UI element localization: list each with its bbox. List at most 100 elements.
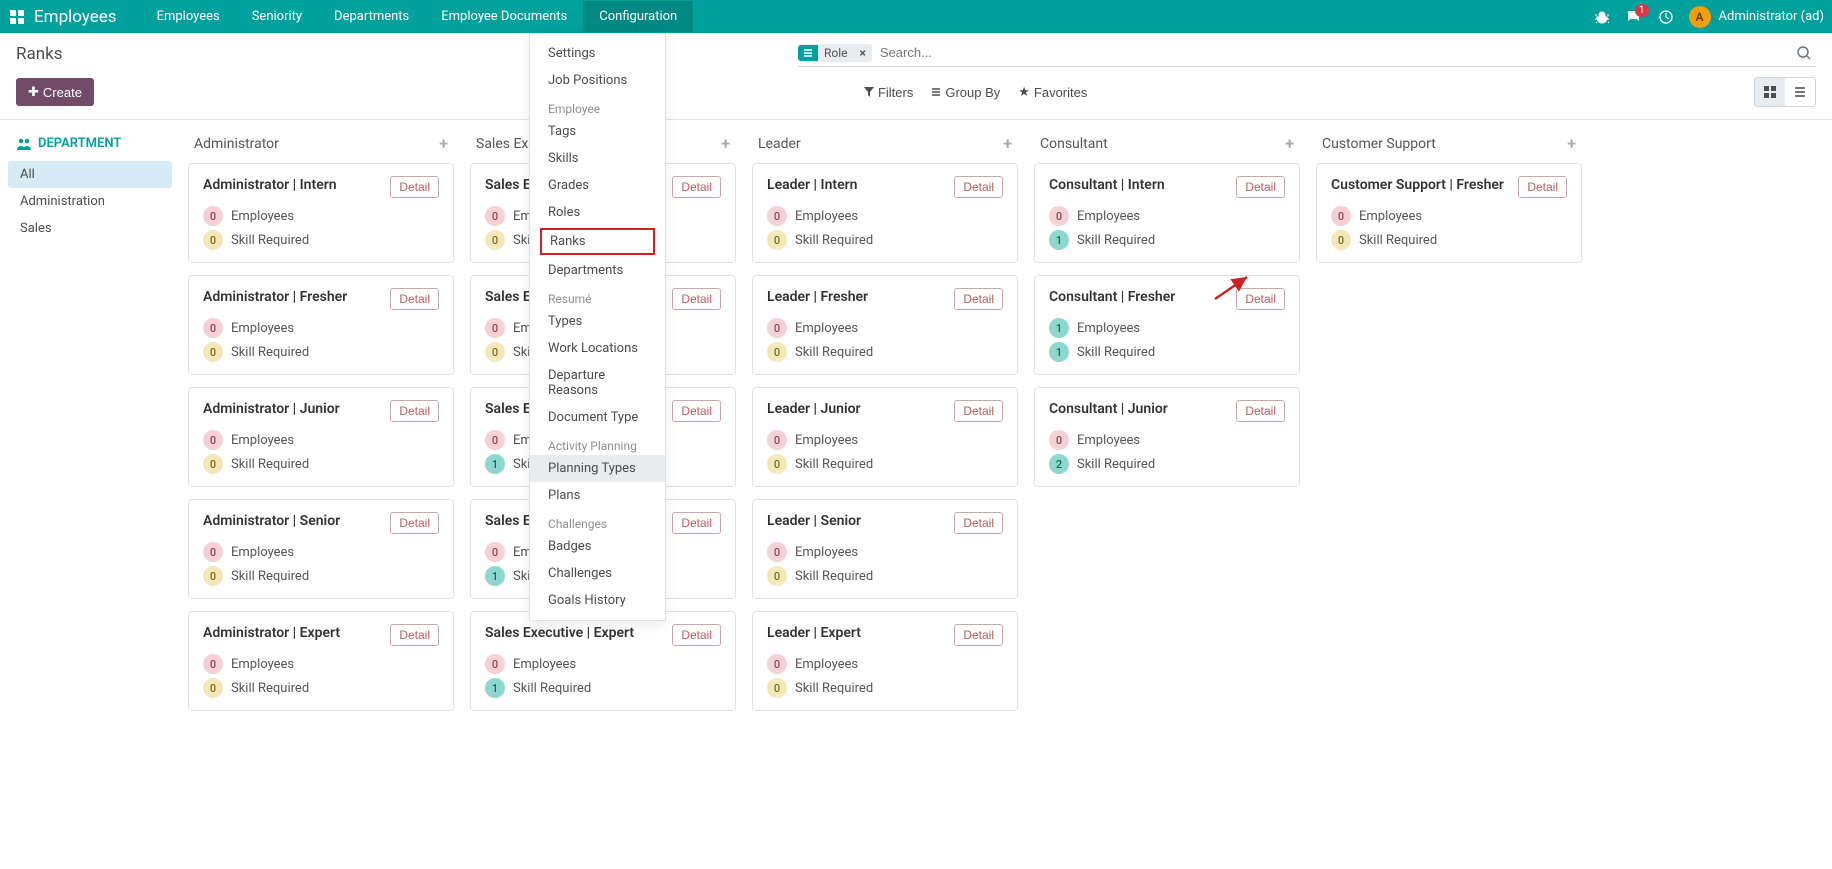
search-tag-close-icon[interactable]: × (854, 46, 872, 60)
detail-button[interactable]: Detail (954, 400, 1003, 422)
rank-card[interactable]: Consultant | FresherDetail1Employees1Ski… (1034, 275, 1300, 375)
rank-card[interactable]: Administrator | InternDetail0Employees0S… (188, 163, 454, 263)
detail-button[interactable]: Detail (954, 512, 1003, 534)
detail-button[interactable]: Detail (954, 624, 1003, 646)
skill-badge: 0 (767, 230, 787, 250)
dropdown-item-tags[interactable]: Tags (530, 118, 665, 145)
rank-card[interactable]: Administrator | JuniorDetail0Employees0S… (188, 387, 454, 487)
dropdown-item-skills[interactable]: Skills (530, 145, 665, 172)
detail-button[interactable]: Detail (672, 176, 721, 198)
dropdown-item-job-positions[interactable]: Job Positions (530, 67, 665, 94)
detail-button[interactable]: Detail (390, 288, 439, 310)
rank-card[interactable]: Administrator | SeniorDetail0Employees0S… (188, 499, 454, 599)
dropdown-item-roles[interactable]: Roles (530, 199, 665, 226)
dropdown-item-grades[interactable]: Grades (530, 172, 665, 199)
create-button[interactable]: ✚ Create (16, 78, 94, 106)
dropdown-item-departments[interactable]: Departments (530, 257, 665, 284)
detail-button[interactable]: Detail (390, 400, 439, 422)
column-title[interactable]: Consultant (1040, 136, 1108, 152)
search-input[interactable] (878, 41, 1792, 64)
rank-card[interactable]: Consultant | InternDetail0Employees1Skil… (1034, 163, 1300, 263)
nav-item-configuration[interactable]: Configuration (583, 1, 693, 32)
column-header: Customer Support + (1316, 128, 1582, 163)
skill-stat: 0Skill Required (767, 342, 1003, 362)
skill-badge: 0 (767, 566, 787, 586)
dropdown-item-challenges[interactable]: Challenges (530, 560, 665, 587)
sidebar-item-sales[interactable]: Sales (8, 215, 172, 242)
detail-button[interactable]: Detail (390, 624, 439, 646)
detail-button[interactable]: Detail (1236, 176, 1285, 198)
dropdown-item-plans[interactable]: Plans (530, 482, 665, 509)
skill-label: Skill Required (231, 233, 309, 248)
rank-card[interactable]: Sales Executive | ExpertDetail0Employees… (470, 611, 736, 711)
card-title: Customer Support | Fresher (1331, 176, 1504, 195)
column-title[interactable]: Leader (758, 136, 801, 152)
dropdown-section-challenges: Challenges (530, 509, 665, 533)
employees-badge: 0 (203, 430, 223, 450)
detail-button[interactable]: Detail (672, 624, 721, 646)
skill-stat: 0Skill Required (767, 454, 1003, 474)
dropdown-item-planning-types[interactable]: Planning Types (530, 455, 665, 482)
kanban-view-button[interactable] (1755, 78, 1785, 106)
clock-icon[interactable] (1657, 8, 1675, 26)
group-by-button[interactable]: Group By (931, 84, 1000, 100)
detail-button[interactable]: Detail (1236, 288, 1285, 310)
user-menu[interactable]: A Administrator (ad) (1689, 6, 1824, 28)
sidebar-item-administration[interactable]: Administration (8, 188, 172, 215)
employees-label: Employees (795, 433, 858, 448)
employees-stat: 0Employees (767, 318, 1003, 338)
rank-card[interactable]: Leader | JuniorDetail0Employees0Skill Re… (752, 387, 1018, 487)
detail-button[interactable]: Detail (390, 512, 439, 534)
column-title[interactable]: Administrator (194, 136, 279, 152)
employees-stat: 0Employees (767, 542, 1003, 562)
skill-stat: 2Skill Required (1049, 454, 1285, 474)
bug-icon[interactable] (1593, 8, 1611, 26)
nav-item-seniority[interactable]: Seniority (236, 1, 318, 32)
detail-button[interactable]: Detail (672, 512, 721, 534)
detail-button[interactable]: Detail (672, 288, 721, 310)
dropdown-item-types[interactable]: Types (530, 308, 665, 335)
column-add-icon[interactable]: + (721, 134, 730, 153)
kanban-column: Consultant + Consultant | InternDetail0Emp… (1026, 128, 1308, 723)
app-brand[interactable]: Employees (34, 7, 117, 27)
rank-card[interactable]: Leader | InternDetail0Employees0Skill Re… (752, 163, 1018, 263)
dropdown-item-settings[interactable]: Settings (530, 40, 665, 67)
favorites-button[interactable]: ★ Favorites (1018, 84, 1087, 100)
dropdown-item-ranks[interactable]: Ranks (540, 228, 655, 255)
column-add-icon[interactable]: + (439, 134, 448, 153)
list-view-button[interactable] (1785, 78, 1815, 106)
nav-item-employee-documents[interactable]: Employee Documents (425, 1, 583, 32)
messages-icon[interactable]: 1 (1625, 8, 1643, 26)
column-title[interactable]: Customer Support (1322, 136, 1436, 152)
search-area[interactable]: Role × (798, 41, 1816, 67)
dropdown-item-work-locations[interactable]: Work Locations (530, 335, 665, 362)
detail-button[interactable]: Detail (954, 176, 1003, 198)
detail-button[interactable]: Detail (954, 288, 1003, 310)
rank-card[interactable]: Administrator | FresherDetail0Employees0… (188, 275, 454, 375)
nav-item-departments[interactable]: Departments (318, 1, 425, 32)
column-add-icon[interactable]: + (1285, 134, 1294, 153)
dropdown-item-goals-history[interactable]: Goals History (530, 587, 665, 614)
rank-card[interactable]: Customer Support | FresherDetail0Employe… (1316, 163, 1582, 263)
filters-button[interactable]: Filters (864, 84, 913, 100)
detail-button[interactable]: Detail (1518, 176, 1567, 198)
employees-stat: 0Employees (203, 654, 439, 674)
detail-button[interactable]: Detail (1236, 400, 1285, 422)
rank-card[interactable]: Consultant | JuniorDetail0Employees2Skil… (1034, 387, 1300, 487)
apps-icon[interactable] (8, 8, 26, 26)
dropdown-item-document-type[interactable]: Document Type (530, 404, 665, 431)
detail-button[interactable]: Detail (390, 176, 439, 198)
rank-card[interactable]: Leader | ExpertDetail0Employees0Skill Re… (752, 611, 1018, 711)
column-add-icon[interactable]: + (1003, 134, 1012, 153)
rank-card[interactable]: Leader | FresherDetail0Employees0Skill R… (752, 275, 1018, 375)
skill-badge: 0 (203, 342, 223, 362)
sidebar-item-all[interactable]: All (8, 161, 172, 188)
detail-button[interactable]: Detail (672, 400, 721, 422)
nav-item-employees[interactable]: Employees (141, 1, 236, 32)
dropdown-item-badges[interactable]: Badges (530, 533, 665, 560)
rank-card[interactable]: Leader | SeniorDetail0Employees0Skill Re… (752, 499, 1018, 599)
rank-card[interactable]: Administrator | ExpertDetail0Employees0S… (188, 611, 454, 711)
column-add-icon[interactable]: + (1567, 134, 1576, 153)
dropdown-item-departure-reasons[interactable]: Departure Reasons (530, 362, 665, 404)
search-icon[interactable] (1792, 45, 1816, 61)
